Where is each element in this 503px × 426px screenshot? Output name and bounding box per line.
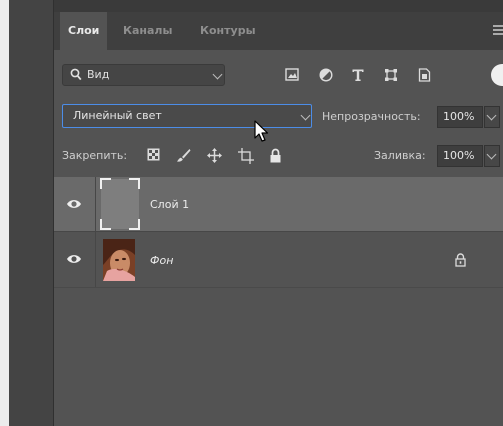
lock-artboard-icon[interactable] [238, 148, 254, 164]
chevron-down-icon [300, 110, 311, 121]
fill-dropdown[interactable] [484, 145, 500, 167]
shape-filter-icon[interactable] [384, 68, 398, 82]
mouse-cursor-icon [254, 120, 269, 142]
blend-mode-value: Линейный свет [73, 109, 162, 122]
fill-label: Заливка: [374, 149, 426, 162]
selection-corner [100, 219, 111, 230]
panel-gutter [9, 0, 54, 426]
selection-corner [129, 178, 140, 189]
portrait-photo-thumbnail [103, 239, 135, 281]
lock-label: Закрепить: [62, 149, 128, 162]
selection-corner [129, 219, 140, 230]
chevron-down-icon [486, 149, 497, 160]
layer-thumbnail[interactable] [100, 178, 140, 230]
lock-all-icon[interactable] [269, 148, 282, 163]
adjustment-filter-icon[interactable] [319, 68, 333, 82]
layer-thumbnail-portrait[interactable] [103, 239, 135, 281]
filter-kind-label: Вид [87, 68, 110, 81]
type-filter-icon[interactable] [351, 68, 365, 82]
layer-name[interactable]: Фон [150, 254, 173, 267]
tab-paths[interactable]: Контуры [192, 12, 264, 50]
visibility-column-divider [95, 177, 96, 231]
fill-input[interactable]: 100% [437, 145, 483, 167]
layer-row-layer-1[interactable]: Слой 1 [54, 177, 503, 231]
eye-visibility-icon[interactable] [66, 198, 82, 210]
left-window-edge [0, 0, 9, 426]
smart-object-filter-icon[interactable] [418, 68, 431, 82]
opacity-label: Непрозрачность: [322, 110, 421, 123]
tab-channels[interactable]: Каналы [115, 12, 180, 50]
visibility-column-divider [95, 232, 96, 287]
chevron-down-icon [212, 69, 223, 80]
tab-layers[interactable]: Слои [60, 12, 108, 50]
lock-image-pixels-icon[interactable] [176, 148, 191, 163]
lock-position-icon[interactable] [207, 148, 222, 163]
opacity-dropdown[interactable] [484, 106, 500, 128]
layer-name[interactable]: Слой 1 [150, 198, 189, 211]
chevron-down-icon [486, 110, 497, 121]
panel-menu-icon[interactable] [493, 25, 503, 37]
search-icon [70, 68, 82, 81]
panel-tabs: Слои Каналы Контуры [54, 12, 503, 50]
eye-visibility-icon[interactable] [66, 253, 82, 265]
lock-transparent-pixels-icon[interactable] [147, 148, 160, 161]
layer-row-background[interactable]: Фон [54, 232, 503, 288]
panel-top-bar [54, 0, 503, 12]
selection-corner [100, 178, 111, 189]
blend-mode-select[interactable]: Линейный свет [62, 104, 312, 128]
layer-lock-icon[interactable] [455, 253, 466, 267]
layer-filter-select[interactable]: Вид [62, 64, 225, 86]
opacity-input[interactable]: 100% [437, 106, 483, 128]
image-filter-icon[interactable] [285, 68, 299, 81]
